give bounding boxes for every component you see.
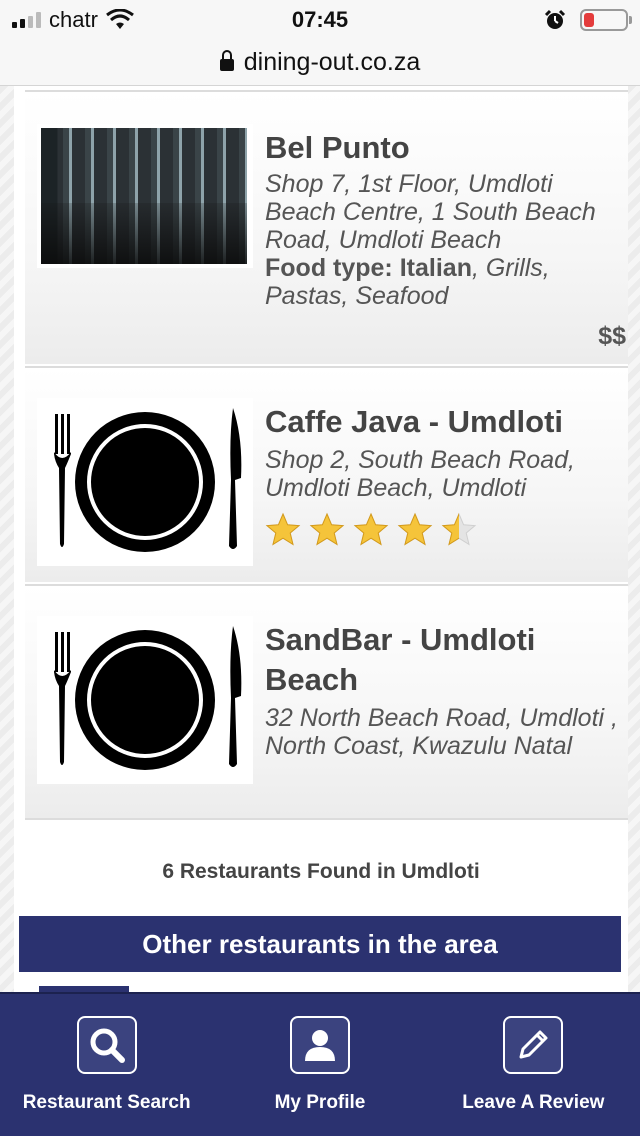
search-icon[interactable] (76, 1016, 137, 1074)
restaurant-info: SandBar - Umdloti Beach 32 North Beach R… (265, 620, 622, 760)
nav-label: My Profile (274, 1092, 366, 1113)
results-panel: Bel Punto Shop 7, 1st Floor, Umdloti Bea… (14, 86, 628, 992)
restaurant-info: Bel Punto Shop 7, 1st Floor, Umdloti Bea… (265, 128, 622, 310)
restaurant-thumbnail[interactable] (37, 398, 253, 566)
star-icon (441, 512, 477, 546)
restaurant-thumbnail[interactable] (37, 616, 253, 784)
restaurant-address: 32 North Beach Road, Umdloti , North Coa… (265, 704, 618, 760)
restaurant-card[interactable]: SandBar - Umdloti Beach 32 North Beach R… (25, 584, 628, 818)
battery-icon (580, 9, 632, 31)
divider (25, 818, 628, 820)
star-icon (309, 512, 345, 546)
bottom-nav: Restaurant Search My Profile Leave A Rev… (0, 992, 640, 1136)
plate-cutlery-icon (54, 626, 242, 770)
profile-icon[interactable] (289, 1016, 350, 1074)
status-left: chatr (12, 7, 212, 33)
wifi-icon (106, 9, 134, 29)
restaurant-thumbnail[interactable] (37, 124, 253, 268)
other-restaurants-header[interactable]: Other restaurants in the area (19, 916, 621, 972)
plate-cutlery-icon (54, 408, 242, 552)
nav-label: Restaurant Search (22, 1092, 191, 1113)
nav-my-profile[interactable]: My Profile (213, 994, 426, 1136)
lock-icon (219, 49, 234, 73)
restaurant-card[interactable]: Bel Punto Shop 7, 1st Floor, Umdloti Bea… (25, 90, 628, 364)
status-time: 07:45 (291, 7, 349, 32)
restaurant-address: Shop 7, 1st Floor, Umdloti Beach Centre,… (265, 170, 596, 254)
signal-icon (12, 12, 41, 28)
restaurant-name[interactable]: Bel Punto (265, 128, 622, 168)
restaurant-card[interactable]: Caffe Java - Umdloti Shop 2, South Beach… (25, 366, 628, 582)
results-count: 6 Restaurants Found in Umdloti (162, 860, 480, 883)
url-text: dining-out.co.za (243, 48, 421, 76)
star-icon (397, 512, 433, 546)
address-bar[interactable]: dining-out.co.za (0, 40, 640, 86)
restaurant-info: Caffe Java - Umdloti Shop 2, South Beach… (265, 402, 622, 548)
alarm-icon (544, 9, 566, 29)
status-right (428, 9, 632, 31)
food-type-label: Food type: (265, 254, 393, 282)
price-range: $$ (598, 322, 626, 350)
nav-restaurant-search[interactable]: Restaurant Search (0, 994, 213, 1136)
carrier-name: chatr (49, 7, 98, 32)
restaurant-photo (41, 128, 247, 264)
food-type-primary: Italian (399, 254, 472, 282)
restaurant-address: Shop 2, South Beach Road, Umdloti Beach,… (265, 446, 575, 502)
restaurant-name[interactable]: Caffe Java - Umdloti (265, 402, 622, 442)
restaurant-food-type: Food type: Italian, Grills, Pastas, Seaf… (265, 254, 622, 310)
rating-stars (265, 512, 622, 548)
nav-leave-review[interactable]: Leave A Review (427, 994, 640, 1136)
nav-label: Leave A Review (462, 1092, 605, 1113)
star-icon (265, 512, 301, 546)
pencil-icon[interactable] (503, 1016, 564, 1074)
status-bar: chatr 07:45 (0, 0, 640, 40)
star-icon (353, 512, 389, 546)
page-content: Bel Punto Shop 7, 1st Floor, Umdloti Bea… (0, 86, 640, 992)
restaurant-name[interactable]: SandBar - Umdloti Beach (265, 620, 622, 700)
